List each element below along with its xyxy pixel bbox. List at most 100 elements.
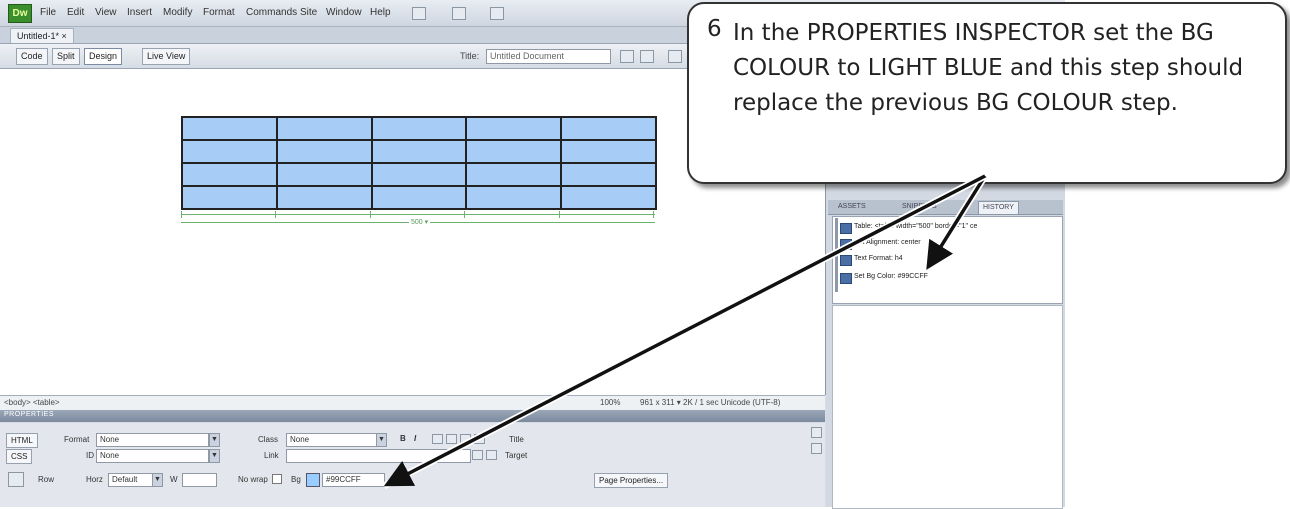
menu-insert[interactable]: Insert [127, 7, 152, 18]
menu-help[interactable]: Help [370, 7, 391, 18]
table-cell[interactable] [467, 164, 561, 185]
instruction-callout: 6 In the PROPERTIES INSPECTOR set the BG… [687, 2, 1287, 184]
menu-edit[interactable]: Edit [67, 7, 84, 18]
point-to-file-icon[interactable] [472, 450, 483, 460]
table-cell[interactable] [183, 187, 276, 208]
menu-format[interactable]: Format [203, 7, 235, 18]
nowrap-label: No wrap [238, 475, 268, 484]
html-mode-button[interactable]: HTML [6, 433, 38, 448]
row-label: Row [38, 475, 55, 484]
history-item[interactable]: Set Alignment: center [840, 239, 921, 250]
quick-tag-editor-icon[interactable] [811, 443, 822, 454]
live-view-button[interactable]: Live View [142, 48, 191, 65]
status-bar: <body> <table> 100% 961 x 311 ▾ 2K / 1 s… [0, 395, 825, 410]
preview-browser-icon[interactable] [640, 50, 654, 63]
horz-label: Horz [86, 475, 103, 484]
document-tab[interactable]: Untitled-1* × [10, 28, 74, 43]
menu-window[interactable]: Window [326, 7, 362, 18]
indent-icon[interactable] [474, 434, 485, 444]
history-panel-tabs: ASSETS SNIPPETS HISTORY [828, 200, 1063, 215]
table-cell[interactable] [277, 164, 371, 185]
nowrap-checkbox[interactable] [272, 474, 282, 484]
menu-file[interactable]: File [40, 7, 56, 18]
split-view-button[interactable]: Split [52, 48, 80, 65]
title-field-label: Title [509, 435, 524, 444]
chevron-down-icon[interactable]: ▼ [209, 449, 220, 463]
chevron-down-icon[interactable]: ▼ [152, 473, 163, 487]
refresh-icon[interactable] [668, 50, 682, 63]
id-select[interactable]: None [96, 449, 209, 463]
id-label: ID [86, 451, 94, 460]
tab-snippets[interactable]: SNIPPETS [898, 201, 941, 213]
chevron-down-icon[interactable]: ▼ [209, 433, 220, 447]
menu-site[interactable]: Site [300, 7, 317, 18]
code-view-button[interactable]: Code [16, 48, 48, 65]
site-icon[interactable] [490, 7, 504, 20]
cell-width-input[interactable] [182, 473, 217, 487]
bg-color-input[interactable]: #99CCFF [322, 473, 385, 487]
bg-color-swatch[interactable] [306, 473, 320, 487]
css-mode-button[interactable]: CSS [6, 449, 33, 464]
tag-selector[interactable]: <body> <table> [4, 398, 60, 407]
document-title-input[interactable]: Untitled Document [486, 49, 611, 64]
html-table[interactable] [181, 116, 657, 210]
table-cell[interactable] [183, 118, 276, 139]
italic-button[interactable]: I [414, 434, 416, 443]
table-cell[interactable] [183, 164, 276, 185]
cell-merge-icon[interactable] [8, 472, 24, 487]
table-cell[interactable] [467, 118, 561, 139]
table-cell[interactable] [562, 187, 655, 208]
browse-folder-icon[interactable] [486, 450, 497, 460]
tab-assets[interactable]: ASSETS [834, 201, 870, 213]
page-properties-button[interactable]: Page Properties... [594, 473, 669, 488]
table-cell[interactable] [372, 187, 466, 208]
layout-icon[interactable] [412, 7, 426, 20]
table-cell[interactable] [372, 164, 466, 185]
history-item-latest[interactable]: Set Bg Color: #99CCFF [840, 273, 928, 284]
link-input[interactable] [286, 449, 471, 463]
table-cell[interactable] [277, 118, 371, 139]
format-select[interactable]: None [96, 433, 209, 447]
tab-history[interactable]: HISTORY [978, 201, 1019, 214]
table-cell[interactable] [467, 141, 561, 162]
bold-button[interactable]: B [400, 434, 406, 443]
chevron-down-icon[interactable]: ▼ [376, 433, 387, 447]
table-icon [840, 223, 852, 234]
table-cell[interactable] [467, 187, 561, 208]
bg-label: Bg [291, 475, 301, 484]
outdent-icon[interactable] [460, 434, 471, 444]
dreamweaver-logo-icon: Dw [8, 4, 32, 23]
table-width-ruler: 500 ▾ [181, 210, 655, 228]
link-label: Link [264, 451, 279, 460]
table-cell[interactable] [562, 164, 655, 185]
design-view-button[interactable]: Design [84, 48, 123, 65]
horz-align-select[interactable]: Default [108, 473, 153, 487]
table-cell[interactable] [562, 118, 655, 139]
table-cell[interactable] [183, 141, 276, 162]
text-format-icon [840, 255, 852, 266]
menu-view[interactable]: View [95, 7, 117, 18]
extend-icon[interactable] [452, 7, 466, 20]
table-cell[interactable] [372, 141, 466, 162]
menu-commands[interactable]: Commands [246, 7, 297, 18]
step-number: 6 [707, 16, 722, 42]
document-info: 961 x 311 ▾ 2K / 1 sec Unicode (UTF-8) [640, 398, 781, 407]
class-select[interactable]: None [286, 433, 377, 447]
table-cell[interactable] [277, 187, 371, 208]
zoom-level[interactable]: 100% [600, 398, 620, 407]
target-label: Target [505, 451, 528, 460]
unordered-list-icon[interactable] [432, 434, 443, 444]
ordered-list-icon[interactable] [446, 434, 457, 444]
table-cell[interactable] [562, 141, 655, 162]
table-cell[interactable] [277, 141, 371, 162]
properties-panel-header[interactable]: PROPERTIES [0, 410, 825, 422]
history-undo-slider[interactable] [835, 218, 838, 292]
menu-modify[interactable]: Modify [163, 7, 192, 18]
history-item[interactable]: Table: <table width="500" border="1" ce [840, 223, 977, 234]
table-cell[interactable] [372, 118, 466, 139]
properties-inspector: HTML CSS Format None ▼ ID None ▼ Class N… [0, 423, 825, 507]
history-item[interactable]: Text Format: h4 [840, 255, 903, 266]
file-management-icon[interactable] [620, 50, 634, 63]
properties-title: PROPERTIES [4, 411, 54, 418]
help-icon[interactable] [811, 427, 822, 438]
